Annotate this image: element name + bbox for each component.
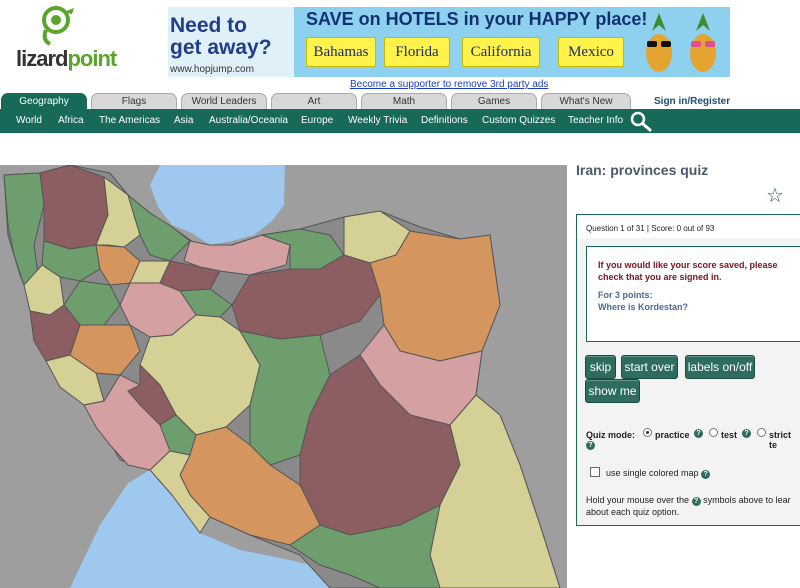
nav-asia[interactable]: Asia [174,115,193,126]
quiz-title: Iran: provinces quiz [576,162,709,178]
nav-australia-oceania[interactable]: Australia/Oceania [209,115,288,126]
nav-definitions[interactable]: Definitions [421,115,468,126]
province-east-azerbaijan[interactable] [39,165,109,250]
lizardpoint-logo[interactable]: lizardpoint [16,6,126,72]
ad-tagline: Need to get away? [170,15,272,59]
ad-destination-mexico[interactable]: Mexico [558,37,624,67]
signin-link[interactable]: Sign in/Register [654,96,730,107]
tab-world-leaders[interactable]: World Leaders [181,93,267,109]
show-me-button[interactable]: show me [585,379,640,403]
help-icon[interactable]: ? [742,429,751,438]
ad-hotel-panel[interactable]: SAVE on HOTELS in your HAPPY place! Baha… [294,7,730,77]
ad-headline: SAVE on HOTELS in your HAPPY place! [306,9,648,29]
nav-europe[interactable]: Europe [301,115,333,126]
help-icon: ? [691,497,701,506]
logo-point-text: point [67,46,117,71]
iran-provinces-map[interactable] [0,165,567,588]
ad-line-2: get away? [170,36,272,59]
pineapple-icon [646,13,672,72]
help-icon[interactable]: ? [701,470,711,479]
help-icon[interactable]: ? [694,429,703,438]
lizard-logo-icon [42,6,74,46]
ad-destination-florida[interactable]: Florida [384,37,450,67]
tab-math[interactable]: Math [361,93,447,109]
mode-strict-test-radio[interactable] [757,428,766,437]
sub-nav: World Africa The Americas Asia Australia… [0,109,800,133]
logo-lizard-text: lizard [16,46,68,71]
nav-world[interactable]: World [16,115,42,126]
ad-destination-bahamas[interactable]: Bahamas [306,37,376,67]
remove-ads-link[interactable]: Become a supporter to remove 3rd party a… [350,79,548,90]
hint-text: Hold your mouse over the [586,495,690,505]
pineapple-icon [690,13,716,72]
question-text: Where is Kordestan? [598,302,689,312]
ad-destination-california[interactable]: California [462,37,540,67]
mode-test-radio[interactable] [709,428,718,437]
ad-banner[interactable]: Need to get away? www.hopjump.com SAVE o… [168,7,730,77]
nav-the-americas[interactable]: The Americas [99,115,160,126]
nav-teacher-info[interactable]: Teacher Info [568,115,623,126]
mode-practice-radio[interactable] [643,428,652,437]
star-icon[interactable]: ☆ [766,183,784,208]
hint-text-line-2: about each quiz option. [586,507,680,517]
nav-weekly-trivia[interactable]: Weekly Trivia [348,115,407,126]
single-color-label[interactable]: use single colored map ? [606,468,711,479]
mode-test-label[interactable]: test [721,430,737,440]
nav-custom-quizzes[interactable]: Custom Quizzes [482,115,555,126]
signin-warning: If you would like your score saved, plea… [598,260,778,282]
single-color-text: use single colored map [606,468,699,478]
ad-line-1: Need to [170,14,248,37]
nav-africa[interactable]: Africa [58,115,84,126]
tab-geography[interactable]: Geography [1,93,87,109]
quiz-mode-label: Quiz mode: [586,430,635,440]
hint-text-tail: symbols above to lear [703,495,791,505]
mode-practice-label[interactable]: practice [655,430,690,440]
hover-hint: Hold your mouse over the ? symbols above… [586,494,800,518]
tab-games[interactable]: Games [451,93,537,109]
skip-button[interactable]: skip [585,355,616,379]
ad-url: www.hopjump.com [170,64,254,75]
start-over-button[interactable]: start over [621,355,678,379]
logo-wordmark: lizardpoint [16,46,117,72]
single-color-checkbox[interactable] [590,467,600,477]
tab-whats-new[interactable]: What's New [541,93,631,109]
tab-flags[interactable]: Flags [91,93,177,109]
tab-art[interactable]: Art [271,93,357,109]
mode-strict-test-label[interactable]: strict te [769,430,800,450]
help-icon[interactable]: ? [586,441,595,450]
labels-toggle-button[interactable]: labels on/off [685,355,755,379]
points-label: For 3 points: [598,290,653,300]
question-status: Question 1 of 31 | Score: 0 out of 93 [586,224,715,233]
search-icon[interactable] [629,110,653,132]
